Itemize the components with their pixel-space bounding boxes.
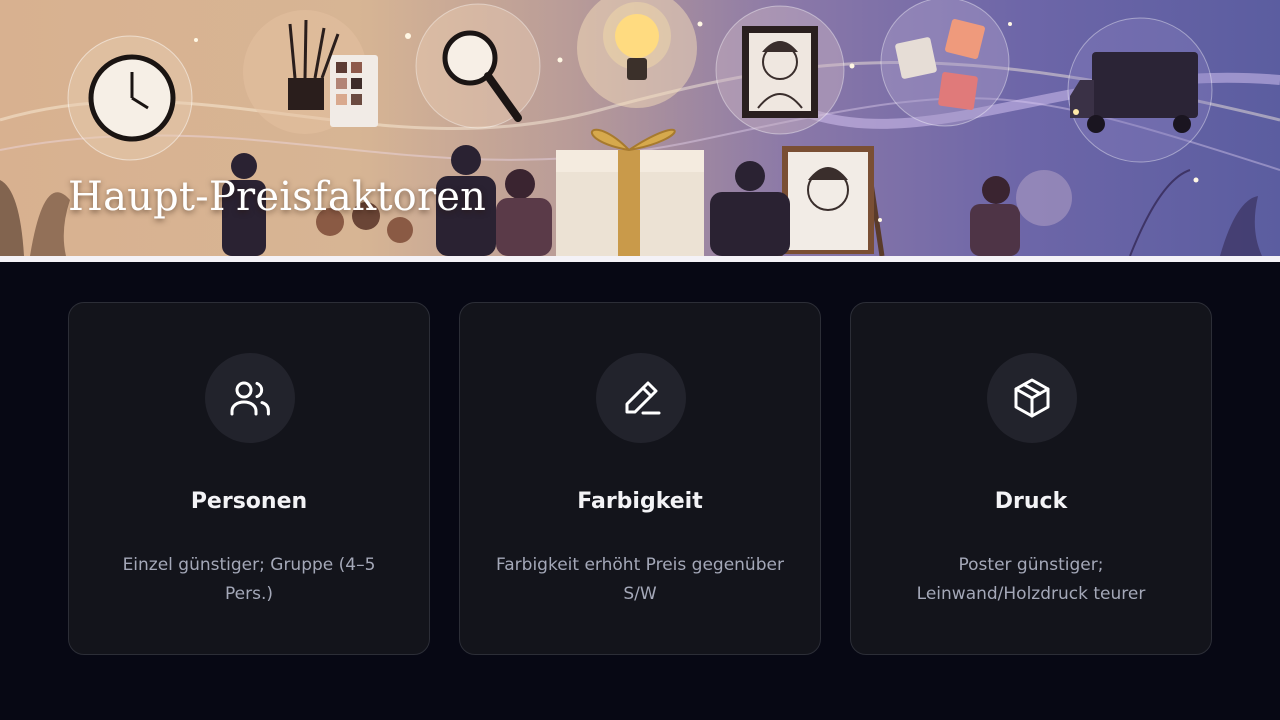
- hero-banner: Haupt-Preisfaktoren: [0, 0, 1280, 256]
- puzzle-icon: [880, 0, 1010, 127]
- box-icon: [1014, 378, 1050, 418]
- gift-box-icon: [556, 128, 704, 256]
- easel-portrait-icon: [777, 146, 885, 256]
- card-description: Einzel günstiger; Gruppe (4–5 Pers.): [122, 555, 376, 604]
- icon-badge: [987, 353, 1077, 443]
- users-icon: [230, 381, 270, 416]
- lightbulb-icon: [577, 0, 697, 108]
- card-description: Poster günstiger; Leinwand/Holzdruck teu…: [916, 555, 1146, 604]
- portrait-frame-icon: [715, 5, 845, 135]
- magnifier-icon: [415, 3, 541, 129]
- factor-card-druck: Druck Poster günstiger; Leinwand/Holzdru…: [850, 302, 1212, 655]
- clock-icon: [67, 35, 193, 161]
- brushes-icon: [243, 10, 378, 134]
- factor-card-personen: Personen Einzel günstiger; Gruppe (4–5 P…: [68, 302, 430, 655]
- pen-icon: [625, 381, 661, 415]
- icon-badge: [205, 353, 295, 443]
- card-title: Druck: [994, 489, 1068, 514]
- card-title: Farbigkeit: [577, 489, 703, 514]
- factor-card-farbigkeit: Farbigkeit Farbigkeit erhöht Preis gegen…: [459, 302, 821, 655]
- icon-badge: [596, 353, 686, 443]
- page-title: Haupt-Preisfaktoren: [68, 174, 487, 220]
- delivery-van-icon: [1067, 17, 1213, 163]
- price-factors-section: Personen Einzel günstiger; Gruppe (4–5 P…: [0, 262, 1280, 720]
- card-description: Farbigkeit erhöht Preis gegenüber S/W: [496, 555, 784, 604]
- card-title: Personen: [190, 489, 308, 514]
